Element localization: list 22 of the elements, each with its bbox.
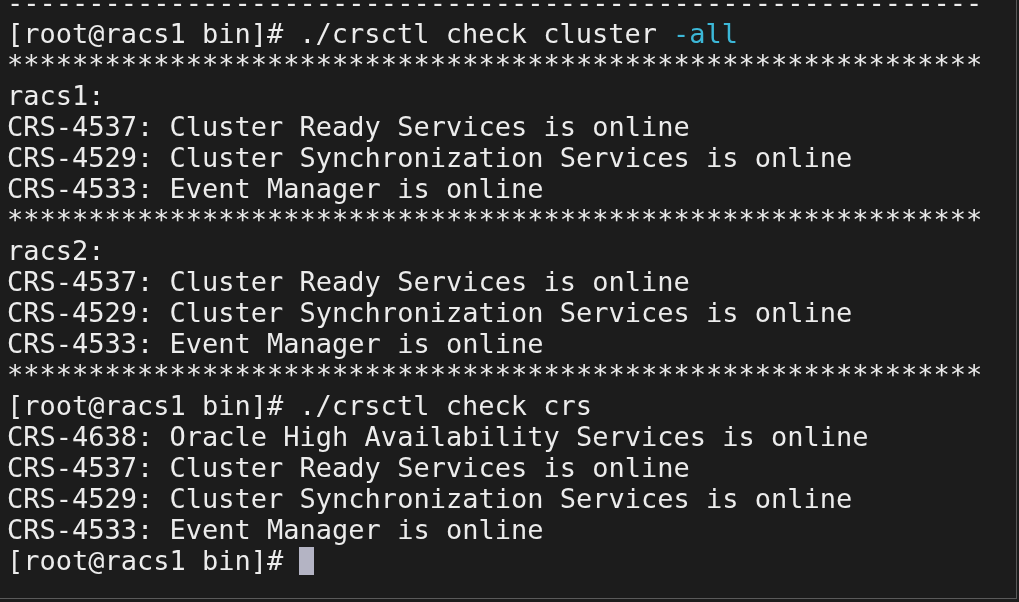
command-option: -all — [672, 18, 738, 49]
terminal-output-line: CRS-4537: Cluster Ready Services is online — [7, 111, 690, 142]
terminal-output-line: CRS-4533: Event Manager is online — [7, 328, 544, 359]
command-text: ./crsctl check cluster — [299, 18, 657, 49]
command-text: ./crsctl check crs — [299, 390, 592, 421]
terminal-output-line: CRS-4537: Cluster Ready Services is online — [7, 266, 690, 297]
terminal-output-line: ************************************************************ — [7, 49, 983, 80]
terminal-output-line: ************************************************************ — [7, 359, 983, 390]
terminal-output-line: CRS-4529: Cluster Synchronization Services is online — [7, 483, 853, 514]
terminal-output-line: CRS-4533: Event Manager is online — [7, 514, 544, 545]
terminal-output-line: CRS-4533: Event Manager is online — [7, 173, 544, 204]
terminal-output-line: CRS-4638: Oracle High Availability Services is online — [7, 421, 869, 452]
shell-prompt: [root@racs1 bin]# — [7, 18, 284, 49]
terminal-output-line: ************************************************************ — [7, 204, 983, 235]
terminal-output-line: CRS-4529: Cluster Synchronization Services is online — [7, 142, 853, 173]
shell-prompt: [root@racs1 bin]# — [7, 390, 284, 421]
shell-prompt: [root@racs1 bin]# — [7, 545, 284, 576]
terminal-output-line: racs2: — [7, 235, 105, 266]
terminal-output-line: CRS-4537: Cluster Ready Services is online — [7, 452, 690, 483]
terminal-output-line: CRS-4529: Cluster Synchronization Services is online — [7, 297, 853, 328]
terminal-output-line: ------------------------------------------------------------ — [7, 0, 983, 18]
terminal-output-line: racs1: — [7, 80, 105, 111]
